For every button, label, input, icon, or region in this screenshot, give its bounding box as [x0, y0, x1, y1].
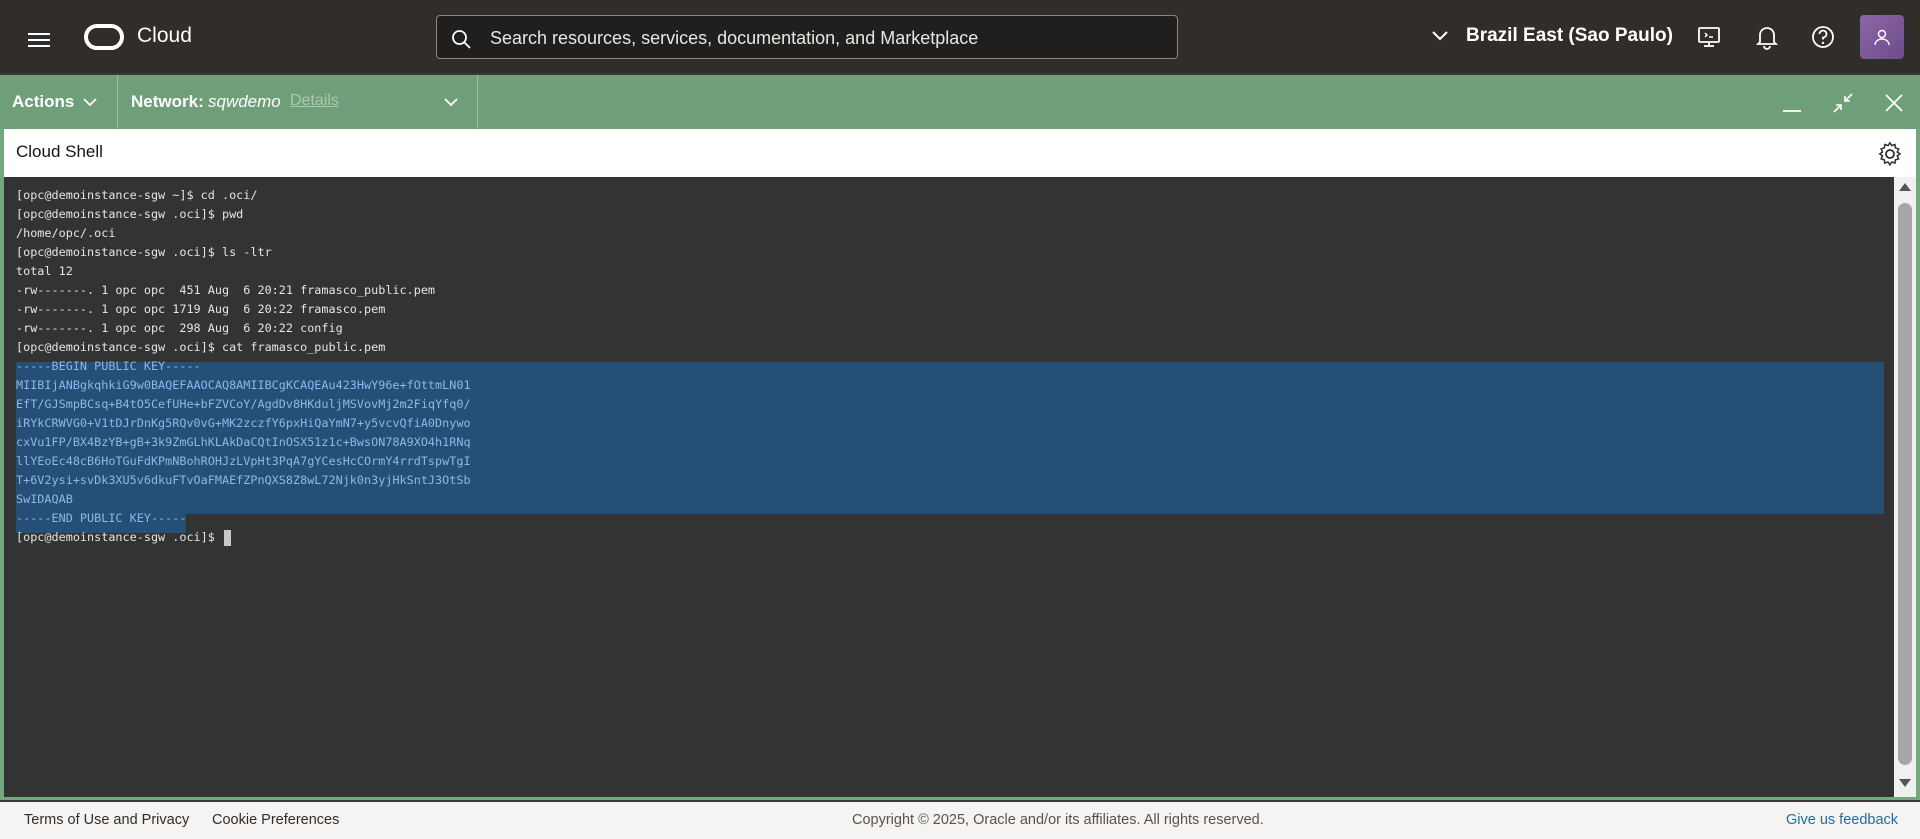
scroll-down-arrow-icon[interactable] — [1899, 779, 1911, 787]
chevron-down-icon[interactable] — [443, 96, 459, 108]
close-icon[interactable] — [1882, 91, 1906, 115]
restore-icon[interactable] — [1831, 91, 1855, 115]
gear-icon[interactable] — [1877, 141, 1903, 167]
terminal-line-selected: -----BEGIN PUBLIC KEY----- — [16, 359, 201, 373]
terminal-line: [opc@demoinstance-sgw ~]$ cd .oci/ — [16, 188, 258, 202]
terminal-line-selected: -----END PUBLIC KEY----- — [16, 511, 187, 525]
terminal-line-selected: iRYkCRWVG0+V1tDJrDnKg5RQv0vG+MK2zczfY6px… — [16, 416, 471, 430]
help-icon[interactable] — [1810, 24, 1836, 50]
terminal-cursor — [223, 529, 231, 546]
search-placeholder: Search resources, services, documentatio… — [490, 28, 979, 48]
minimize-icon[interactable] — [1780, 91, 1804, 115]
terminal-line-selected: cxVu1FP/BX4BzYB+gB+3k9ZmGLhKLAkDaCQtInOS… — [16, 435, 471, 449]
terminal-prompt-line[interactable]: [opc@demoinstance-sgw .oci]$ — [16, 528, 231, 547]
region-selector[interactable]: Brazil East (Sao Paulo) — [1466, 25, 1673, 47]
terminal-line: total 12 — [16, 264, 73, 278]
shell-title: Cloud Shell — [16, 142, 103, 161]
network-details-link[interactable]: Details — [290, 92, 339, 110]
chevron-down-icon[interactable] — [1430, 28, 1450, 44]
shell-toolbar: Actions Network: sqwdemo Details — [0, 75, 1920, 129]
search-icon — [452, 30, 471, 49]
cloud-shell-panel: Actions Network: sqwdemo Details Cloud S… — [0, 75, 1920, 800]
shell-title-bar: Cloud Shell — [4, 129, 1916, 177]
top-header: Cloud Search resources, services, docume… — [0, 0, 1920, 73]
bell-icon[interactable] — [1754, 24, 1780, 50]
feedback-link[interactable]: Give us feedback — [1786, 812, 1898, 828]
user-avatar[interactable] — [1860, 15, 1904, 59]
terminal-line-selected: MIIBIjANBgkqhkiG9w0BAQEFAAOCAQ8AMIIBCgKC… — [16, 378, 471, 392]
terminal-line-selected: T+6V2ysi+svDk3XU5v6dkuFTvOaFMAEfZPnQXS8Z… — [16, 473, 471, 487]
terminal-line-selected: SwIDAQAB — [16, 492, 73, 506]
network-label: Network: — [131, 92, 204, 111]
menu-icon[interactable] — [28, 29, 52, 49]
terminal-prompt: [opc@demoinstance-sgw .oci]$ — [16, 530, 222, 544]
terminal-line: -rw-------. 1 opc opc 451 Aug 6 20:21 fr… — [16, 283, 436, 297]
terminal-line: [opc@demoinstance-sgw .oci]$ cat framasc… — [16, 340, 386, 354]
terminal-line: [opc@demoinstance-sgw .oci]$ pwd — [16, 207, 244, 221]
terminal-line-selected: EfT/GJSmpBCsq+B4tO5CefUHe+bFZVCoY/AgdDv8… — [16, 397, 471, 411]
terminal-scrollbar[interactable] — [1894, 177, 1916, 797]
copyright-text: Copyright © 2025, Oracle and/or its affi… — [852, 812, 1264, 828]
oracle-logo[interactable] — [84, 24, 124, 50]
terminal-line: /home/opc/.oci — [16, 226, 116, 240]
terminal-line-selected: llYEoEc48cB6HoTGuFdKPmNBohROHJzLVpHt3PqA… — [16, 454, 471, 468]
actions-label: Actions — [12, 92, 75, 111]
network-name: sqwdemo — [208, 92, 281, 111]
cookie-preferences-link[interactable]: Cookie Preferences — [212, 812, 339, 828]
terminal-line: -rw-------. 1 opc opc 298 Aug 6 20:22 co… — [16, 321, 343, 335]
user-icon — [1874, 29, 1890, 46]
terminal-line: [opc@demoinstance-sgw .oci]$ ls -ltr — [16, 245, 272, 259]
network-selector[interactable]: Network: sqwdemo Details — [119, 75, 478, 129]
scroll-up-arrow-icon[interactable] — [1899, 183, 1911, 191]
terms-link[interactable]: Terms of Use and Privacy — [24, 812, 189, 828]
footer: Terms of Use and Privacy Cookie Preferen… — [0, 802, 1920, 839]
terminal-line: -rw-------. 1 opc opc 1719 Aug 6 20:22 f… — [16, 302, 386, 316]
terminal[interactable]: [opc@demoinstance-sgw ~]$ cd .oci/ [opc@… — [4, 177, 1894, 797]
actions-menu[interactable]: Actions — [0, 75, 118, 129]
chevron-down-icon — [83, 98, 97, 107]
developer-tools-icon[interactable] — [1696, 24, 1722, 50]
search-input[interactable]: Search resources, services, documentatio… — [436, 15, 1178, 59]
brand-title[interactable]: Cloud — [137, 24, 192, 48]
scrollbar-thumb[interactable] — [1898, 203, 1912, 765]
